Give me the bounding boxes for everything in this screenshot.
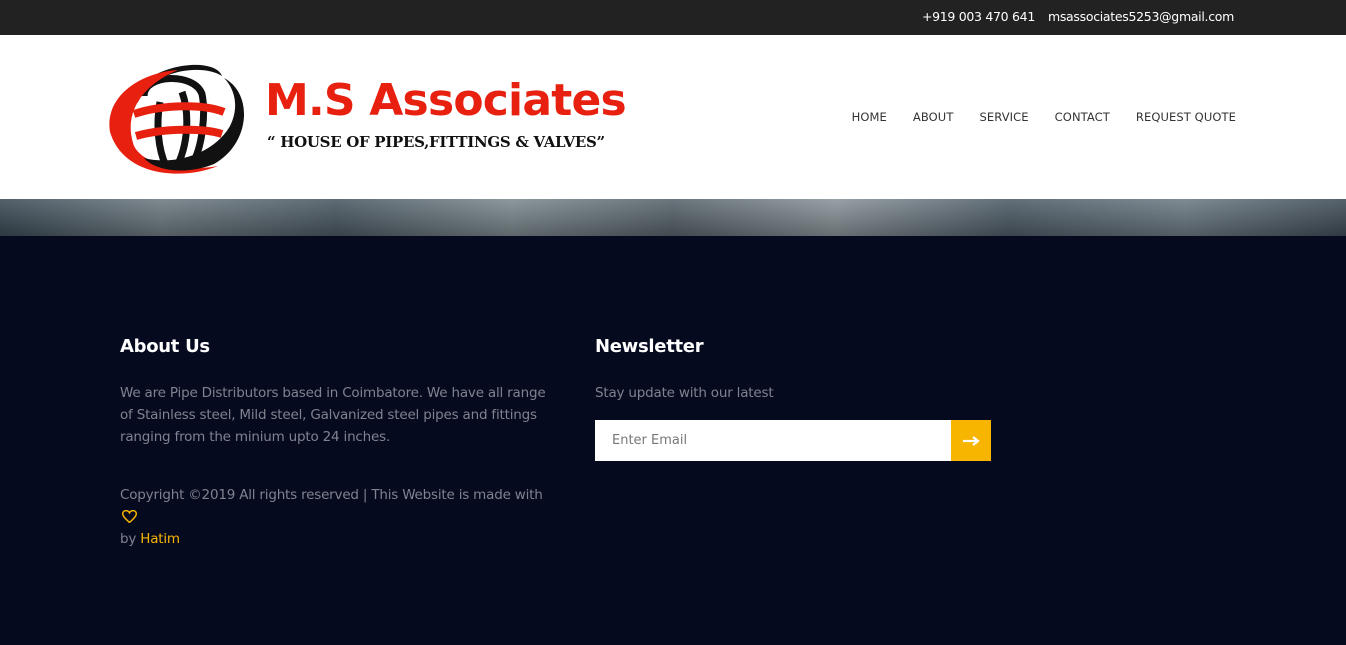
heart-icon bbox=[122, 510, 137, 523]
newsletter-form bbox=[595, 420, 991, 461]
nav-item-request-quote[interactable]: REQUEST QUOTE bbox=[1136, 110, 1236, 124]
nav-item-service[interactable]: SERVICE bbox=[979, 110, 1028, 124]
nav-item-home[interactable]: HOME bbox=[852, 110, 887, 124]
footer-newsletter-section: Newsletter Stay update with our latest bbox=[595, 336, 995, 404]
email-address[interactable]: msassociates5253@gmail.com bbox=[1048, 9, 1234, 24]
author-link[interactable]: Hatim bbox=[140, 531, 180, 547]
subscribe-button[interactable] bbox=[951, 420, 991, 461]
by-text: by bbox=[120, 531, 137, 547]
footer-about-section: About Us We are Pipe Distributors based … bbox=[120, 336, 560, 550]
copyright-text: Copyright ©2019 All rights reserved | Th… bbox=[120, 484, 560, 550]
arrow-right-icon bbox=[962, 435, 980, 446]
globe-logo-icon[interactable] bbox=[104, 54, 250, 180]
contact-info: +919 003 470 641 msassociates5253@gmail.… bbox=[922, 9, 1234, 24]
about-title: About Us bbox=[120, 336, 210, 357]
brand-tagline: “ HOUSE OF PIPES,FITTINGS & VALVES” bbox=[267, 133, 605, 151]
phone-number[interactable]: +919 003 470 641 bbox=[922, 9, 1035, 24]
top-bar: +919 003 470 641 msassociates5253@gmail.… bbox=[0, 0, 1346, 35]
brand-name[interactable]: M.S Associates bbox=[265, 79, 627, 123]
nav-item-contact[interactable]: CONTACT bbox=[1055, 110, 1110, 124]
newsletter-title: Newsletter bbox=[595, 336, 704, 357]
email-input[interactable] bbox=[595, 420, 951, 461]
main-nav: HOME ABOUT SERVICE CONTACT REQUEST QUOTE bbox=[852, 110, 1236, 124]
site-header: M.S Associates “ HOUSE OF PIPES,FITTINGS… bbox=[0, 35, 1346, 199]
copyright-prefix: Copyright ©2019 All rights reserved | Th… bbox=[120, 487, 543, 503]
newsletter-text: Stay update with our latest bbox=[595, 385, 774, 401]
nav-item-about[interactable]: ABOUT bbox=[913, 110, 954, 124]
about-text: We are Pipe Distributors based in Coimba… bbox=[120, 385, 546, 445]
hero-banner-image bbox=[0, 199, 1346, 236]
